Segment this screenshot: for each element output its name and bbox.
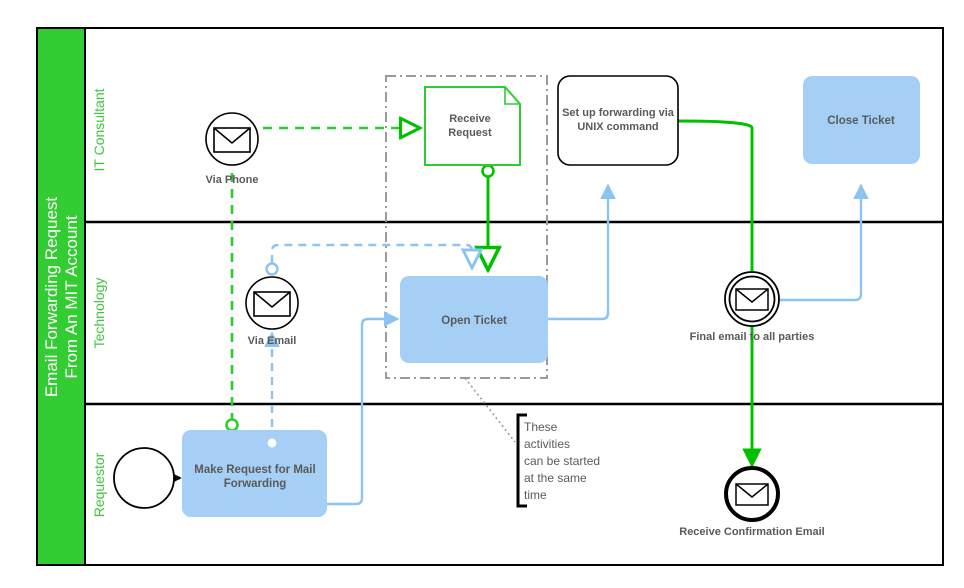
task-make-request[interactable]: Make Request for Mail Forwarding [182, 430, 327, 517]
make-request-label-line1: Make Request for Mail [194, 464, 315, 476]
annotation-line-1: These [524, 420, 558, 434]
set-up-forwarding-label-line1: Set up forwarding via [562, 107, 675, 119]
diagram-canvas: Email Forwarding Request From An MIT Acc… [0, 0, 964, 588]
task-close-ticket[interactable]: Close Ticket [803, 76, 920, 164]
event-receive-confirmation-label: Receive Confirmation Email [679, 526, 825, 538]
close-ticket-label: Close Ticket [827, 115, 895, 127]
open-ticket-label: Open Ticket [441, 315, 507, 327]
lane-label-technology: Technology [91, 278, 107, 349]
envelope-icon [213, 127, 251, 153]
lane-label-text: Requestor [91, 452, 107, 517]
event-via-email-label: Via Email [248, 335, 297, 347]
event-via-phone[interactable]: Via Phone [205, 112, 259, 186]
envelope-icon [253, 291, 291, 317]
annotation-line-2: activities [524, 437, 570, 451]
event-via-email[interactable]: Via Email [245, 276, 299, 347]
lane-label-it-consultant: IT Consultant [91, 88, 107, 171]
pool-title-line1: Email Forwarding Request [42, 197, 61, 398]
envelope-icon [735, 483, 769, 506]
annotation-line-5: time [524, 488, 547, 502]
data-object-receive-request[interactable]: Receive Request [424, 86, 521, 166]
set-up-forwarding-label-line2: UNIX command [577, 121, 658, 133]
bpmn-diagram: Email Forwarding Request From An MIT Acc… [36, 27, 944, 566]
event-final-email-label: Final email to all parties [690, 331, 815, 343]
make-request-label-line2: Forwarding [224, 478, 287, 490]
message-marker-icon [267, 438, 277, 448]
annotation-line-4: at the same [524, 471, 587, 485]
pool-title-line2: From An MIT Account [62, 215, 81, 378]
task-set-up-forwarding[interactable]: Set up forwarding via UNIX command [557, 75, 679, 166]
lane-label-requestor: Requestor [91, 452, 107, 517]
annotation-line-3: can be started [524, 454, 600, 468]
lane-label-text: Technology [91, 278, 107, 349]
receive-request-label-line2: Request [448, 127, 492, 139]
lane-label-text: IT Consultant [91, 88, 107, 171]
receive-request-label-line1: Receive [449, 113, 491, 125]
pool-title-band: Email Forwarding Request From An MIT Acc… [38, 29, 85, 564]
event-start[interactable] [113, 447, 175, 509]
envelope-icon [735, 288, 769, 311]
task-open-ticket[interactable]: Open Ticket [400, 276, 548, 363]
event-via-phone-label: Via Phone [206, 174, 259, 186]
